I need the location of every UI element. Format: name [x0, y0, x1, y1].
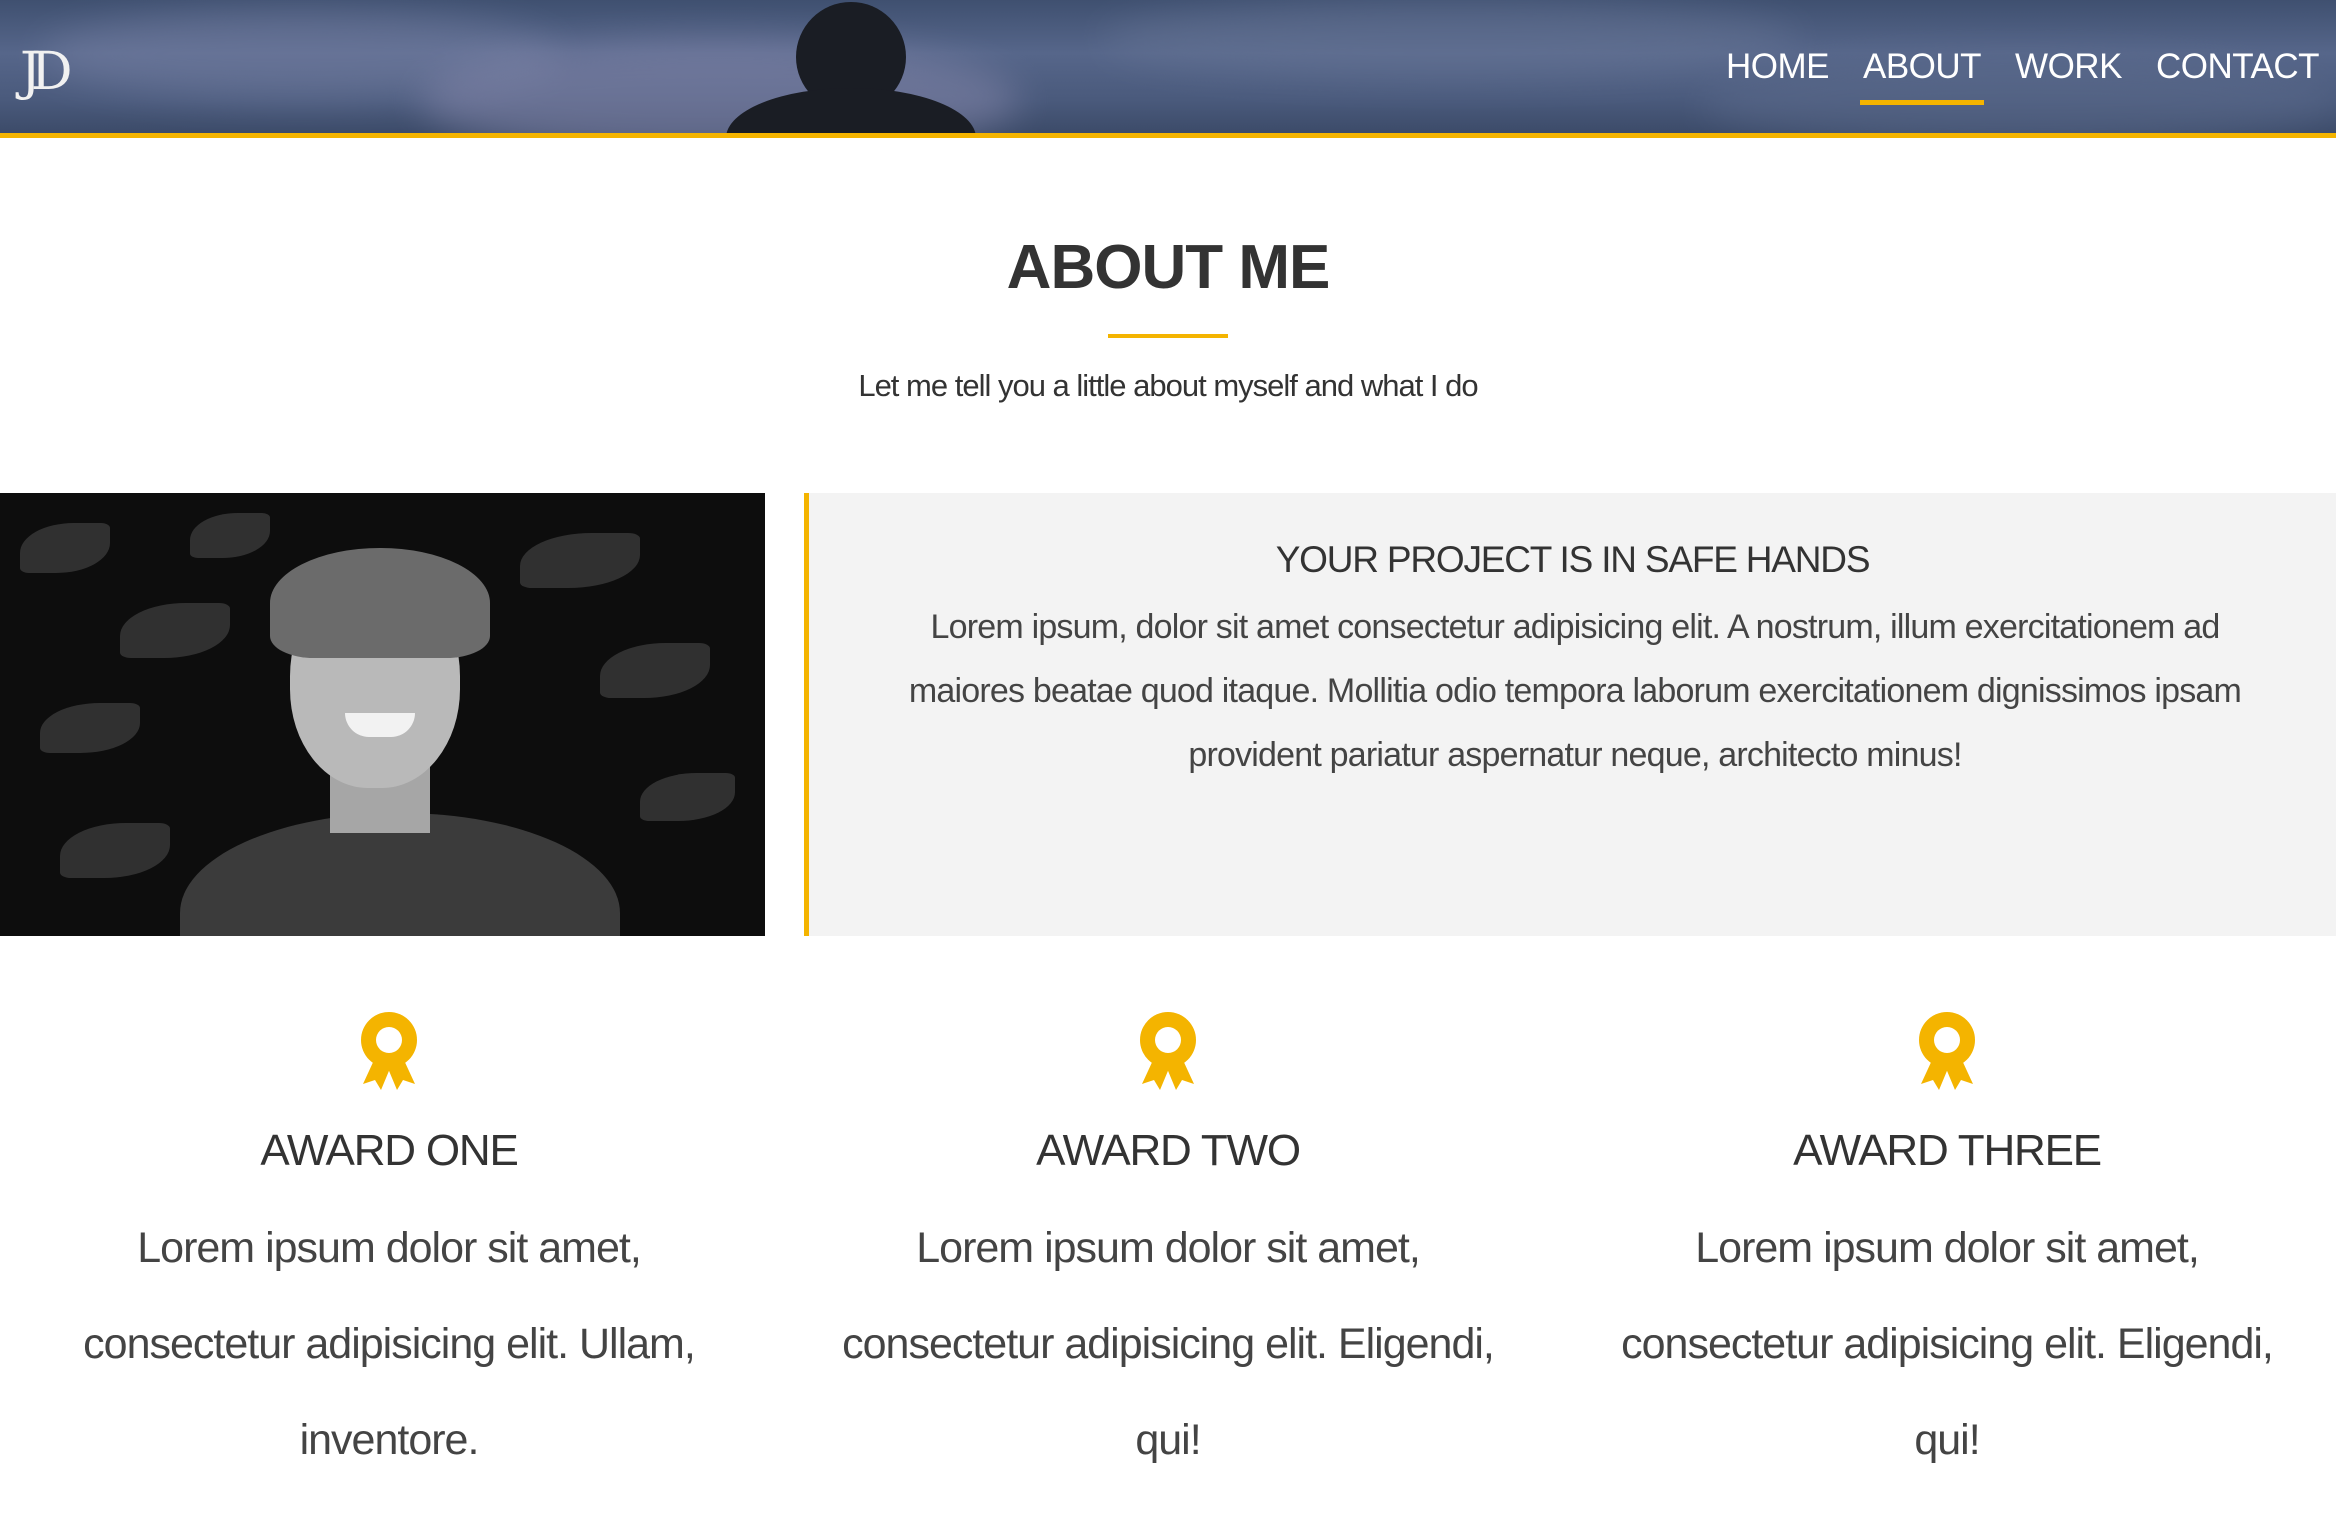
photo-leaf [190, 513, 270, 558]
award-ribbon-icon [1140, 1012, 1196, 1090]
photo-leaf [120, 603, 230, 658]
nav-item-about[interactable]: ABOUT [1859, 44, 1985, 105]
logo-text: JD [20, 42, 72, 102]
nav-item-work[interactable]: WORK [2012, 44, 2125, 89]
nav-item-home[interactable]: HOME [1723, 44, 1832, 89]
photo-leaf [600, 643, 710, 698]
award-ribbon-icon [361, 1012, 417, 1090]
award-ribbon-icon [1919, 1012, 1975, 1090]
profile-photo [0, 493, 765, 936]
feature-title: YOUR PROJECT IS IN SAFE HANDS [1275, 539, 1871, 580]
title-underline [1108, 334, 1228, 338]
header-accent-line [0, 133, 2336, 138]
site-header: JD HOME ABOUT WORK CONTACT [0, 0, 2336, 133]
feature-text: Lorem ipsum, dolor sit amet consectetur … [908, 608, 2242, 774]
feature-panel: YOUR PROJECT IS IN SAFE HANDS Lorem ipsu… [804, 493, 2336, 936]
photo-leaf [520, 533, 640, 588]
award-text: Lorem ipsum dolor sit amet, consectetur … [842, 1224, 1495, 1464]
award-title: AWARD THREE [1793, 1126, 2102, 1175]
main-nav: HOME ABOUT WORK CONTACT [1723, 44, 2322, 105]
award-text: Lorem ipsum dolor sit amet, consectetur … [1621, 1224, 2274, 1464]
award-card-three: AWARD THREE Lorem ipsum dolor sit amet, … [1558, 1010, 2336, 1488]
nav-item-contact[interactable]: CONTACT [2153, 44, 2322, 89]
page-title: ABOUT ME [1006, 233, 1331, 302]
header-background-cloud [1100, 0, 1800, 80]
award-title: AWARD ONE [260, 1126, 518, 1175]
photo-hair [270, 548, 490, 658]
page-subtitle: Let me tell you a little about myself an… [858, 368, 1478, 403]
site-logo[interactable]: JD [20, 42, 100, 102]
photo-leaf [40, 703, 140, 753]
photo-leaf [20, 523, 110, 573]
photo-leaf [60, 823, 170, 878]
award-title: AWARD TWO [1036, 1126, 1301, 1175]
award-card-two: AWARD TWO Lorem ipsum dolor sit amet, co… [779, 1010, 1557, 1488]
award-text: Lorem ipsum dolor sit amet, consectetur … [83, 1224, 696, 1464]
award-card-one: AWARD ONE Lorem ipsum dolor sit amet, co… [0, 1010, 778, 1488]
photo-leaf [640, 773, 735, 821]
